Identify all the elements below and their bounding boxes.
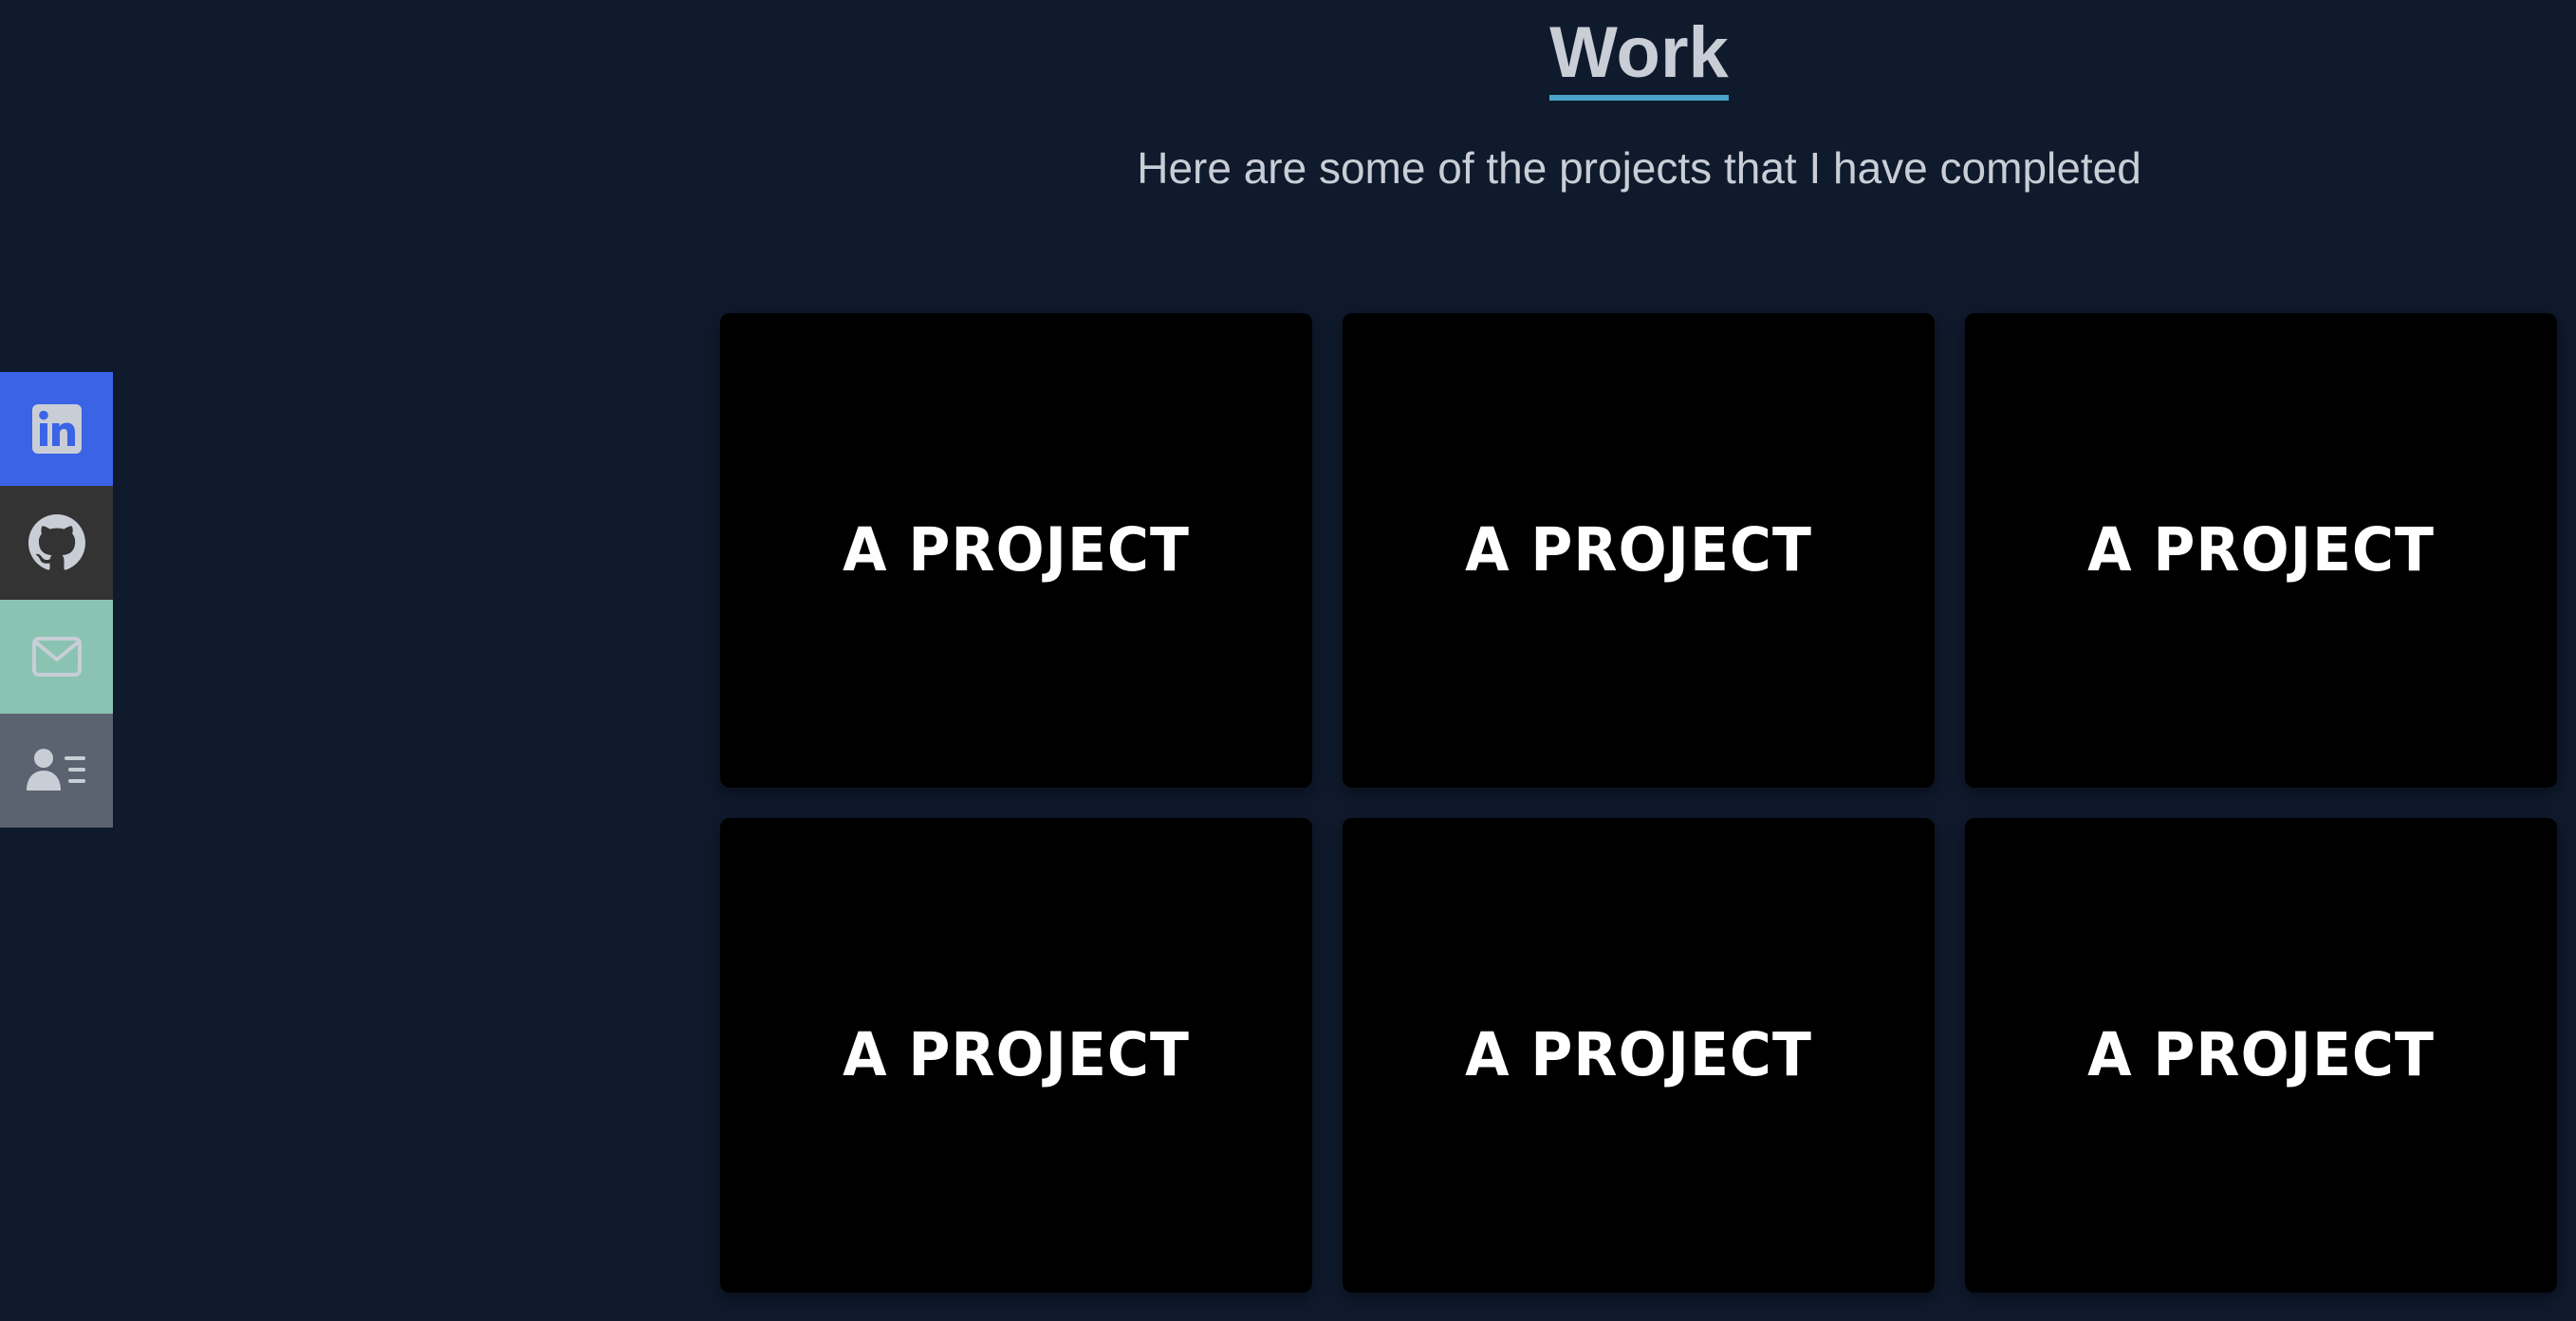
- project-label: A PROJECT: [2087, 515, 2435, 586]
- project-label: A PROJECT: [2087, 1020, 2435, 1090]
- project-label: A PROJECT: [843, 1020, 1190, 1090]
- page-title: Work: [1549, 12, 1729, 93]
- project-card[interactable]: A PROJECT: [1343, 818, 1935, 1293]
- resume-link[interactable]: [0, 714, 113, 828]
- project-label: A PROJECT: [843, 515, 1190, 586]
- page-subtitle: Here are some of the projects that I hav…: [1137, 143, 2141, 193]
- project-card[interactable]: A PROJECT: [720, 818, 1312, 1293]
- linkedin-icon: [31, 403, 83, 455]
- work-page: Work Here are some of the projects that …: [0, 0, 2576, 1321]
- email-link[interactable]: [0, 600, 113, 714]
- project-card[interactable]: A PROJECT: [1965, 313, 2557, 788]
- project-card[interactable]: A PROJECT: [1343, 313, 1935, 788]
- project-label: A PROJECT: [1465, 1020, 1812, 1090]
- project-card[interactable]: A PROJECT: [1965, 818, 2557, 1293]
- project-label: A PROJECT: [1465, 515, 1812, 586]
- project-grid: A PROJECT A PROJECT A PROJECT A PROJECT …: [720, 313, 2557, 1293]
- work-title-underline: Work: [1549, 15, 1729, 101]
- project-card[interactable]: A PROJECT: [720, 313, 1312, 788]
- linkedin-link[interactable]: [0, 372, 113, 486]
- contact-card-icon: [26, 747, 87, 794]
- social-sidebar: [0, 372, 113, 828]
- github-icon: [28, 514, 85, 571]
- github-link[interactable]: [0, 486, 113, 600]
- work-header: Work Here are some of the projects that …: [0, 0, 2576, 193]
- mail-icon: [31, 636, 83, 678]
